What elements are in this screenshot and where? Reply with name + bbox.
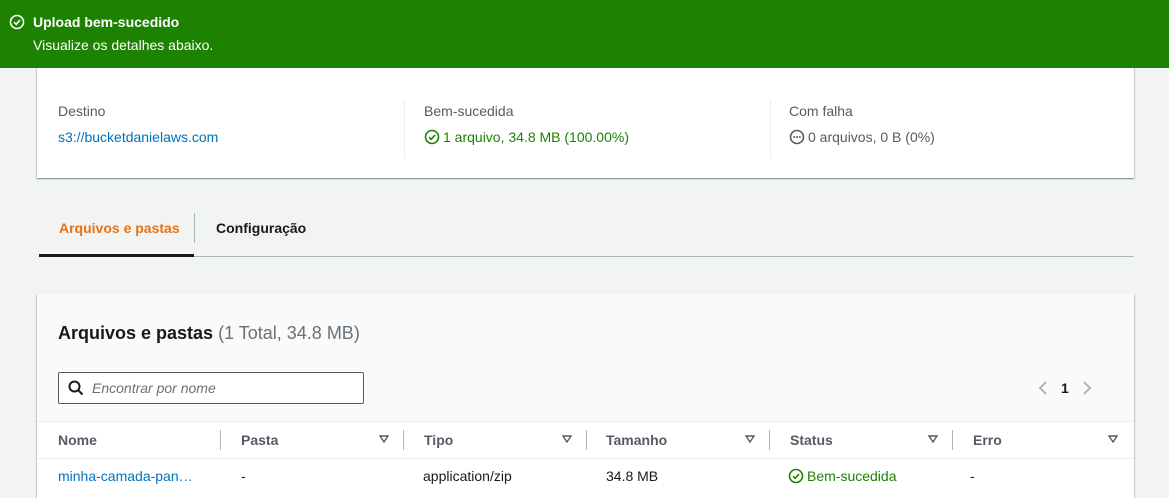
column-divider bbox=[770, 100, 771, 158]
check-circle-icon bbox=[788, 468, 804, 484]
sort-caret-icon[interactable] bbox=[745, 435, 755, 443]
pagination: 1 bbox=[1037, 377, 1093, 399]
failed-label: Com falha bbox=[789, 103, 853, 119]
files-table-title: Arquivos e pastas (1 Total, 34.8 MB) bbox=[58, 322, 360, 344]
file-folder: - bbox=[241, 468, 246, 484]
tab-separator bbox=[194, 213, 195, 243]
flash-subtitle: Visualize os detalhes abaixo. bbox=[33, 37, 214, 53]
column-divider bbox=[404, 100, 405, 158]
ellipsis-circle-icon bbox=[789, 129, 805, 145]
file-size: 34.8 MB bbox=[606, 468, 659, 484]
file-type: application/zip bbox=[423, 468, 512, 484]
succeeded-text: 1 arquivo, 34.8 MB (100.00%) bbox=[443, 129, 629, 145]
sort-caret-icon[interactable] bbox=[562, 435, 572, 443]
tab-files-and-folders[interactable]: Arquivos e pastas bbox=[59, 211, 180, 257]
column-resizer[interactable] bbox=[952, 430, 953, 450]
active-tab-indicator bbox=[39, 254, 194, 257]
column-resizer[interactable] bbox=[586, 430, 587, 450]
table-count: (1 Total, 34.8 MB) bbox=[218, 323, 360, 343]
column-header-error[interactable]: Erro bbox=[973, 422, 1002, 458]
column-header-folder[interactable]: Pasta bbox=[241, 422, 278, 458]
column-resizer[interactable] bbox=[403, 430, 404, 450]
column-header-status[interactable]: Status bbox=[790, 422, 833, 458]
file-error: - bbox=[970, 468, 975, 484]
succeeded-label: Bem-sucedida bbox=[424, 103, 514, 119]
table-title-text: Arquivos e pastas bbox=[58, 323, 214, 343]
failed-value: 0 arquivos, 0 B (0%) bbox=[789, 129, 935, 145]
tab-bar: Arquivos e pastas Configuração bbox=[39, 211, 1134, 257]
chevron-left-icon[interactable] bbox=[1037, 380, 1049, 396]
search-field[interactable] bbox=[58, 372, 364, 404]
chevron-right-icon[interactable] bbox=[1081, 380, 1093, 396]
files-table-card: Arquivos e pastas (1 Total, 34.8 MB) 1 N… bbox=[37, 294, 1134, 498]
file-status: Bem-sucedida bbox=[788, 464, 897, 488]
upload-summary-card: Destino s3://bucketdanielaws.com Bem-suc… bbox=[37, 60, 1134, 178]
check-circle-icon bbox=[9, 14, 25, 30]
destination-label: Destino bbox=[58, 103, 106, 119]
search-input[interactable] bbox=[92, 380, 352, 396]
sort-caret-icon[interactable] bbox=[379, 435, 389, 443]
success-flash-banner: Upload bem-sucedido Visualize os detalhe… bbox=[0, 0, 1169, 68]
column-resizer[interactable] bbox=[769, 430, 770, 450]
file-name-link[interactable]: minha-camada-pan… bbox=[58, 464, 193, 488]
tab-configuration[interactable]: Configuração bbox=[216, 211, 306, 257]
sort-caret-icon[interactable] bbox=[1108, 435, 1118, 443]
check-circle-icon bbox=[424, 129, 440, 145]
search-icon bbox=[68, 380, 84, 396]
succeeded-value: 1 arquivo, 34.8 MB (100.00%) bbox=[424, 129, 629, 145]
header-divider bbox=[37, 458, 1134, 459]
file-status-text: Bem-sucedida bbox=[807, 468, 897, 484]
column-header-size[interactable]: Tamanho bbox=[606, 422, 667, 458]
column-resizer[interactable] bbox=[220, 430, 221, 450]
column-header-name[interactable]: Nome bbox=[58, 422, 97, 458]
sort-caret-icon[interactable] bbox=[928, 435, 938, 443]
column-header-type[interactable]: Tipo bbox=[424, 422, 453, 458]
flash-title: Upload bem-sucedido bbox=[33, 14, 180, 30]
destination-link[interactable]: s3://bucketdanielaws.com bbox=[58, 129, 218, 145]
page-number[interactable]: 1 bbox=[1061, 380, 1069, 396]
failed-text: 0 arquivos, 0 B (0%) bbox=[808, 129, 935, 145]
